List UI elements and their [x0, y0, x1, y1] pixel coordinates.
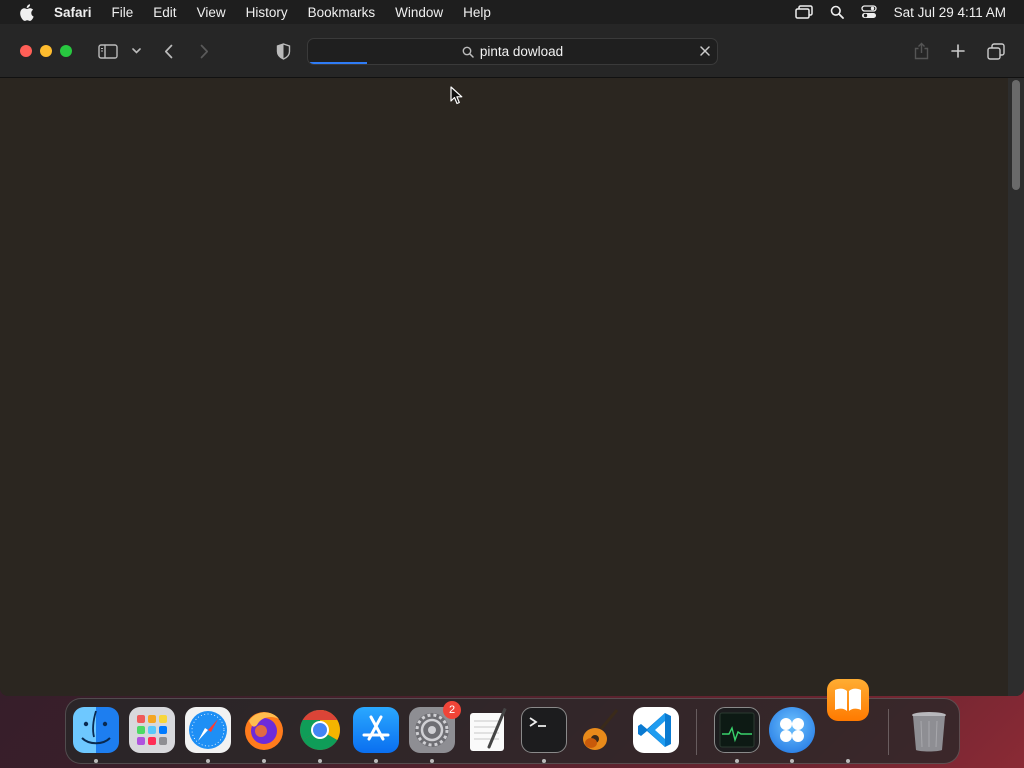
back-button-icon[interactable] — [160, 41, 176, 61]
dock-app-books[interactable] — [827, 679, 873, 725]
menu-bar: Safari File Edit View History Bookmarks … — [0, 0, 1024, 24]
firefox-icon — [241, 707, 287, 753]
dock-app-finder[interactable] — [73, 707, 119, 753]
address-bar-content[interactable]: pinta dowload — [308, 39, 717, 64]
dock-app-terminal[interactable] — [521, 707, 567, 753]
dock-separator — [888, 709, 889, 755]
menu-history[interactable]: History — [246, 5, 288, 20]
share-icon[interactable] — [912, 41, 930, 61]
menu-view[interactable]: View — [197, 5, 226, 20]
menu-bookmarks[interactable]: Bookmarks — [308, 5, 376, 20]
safari-compass-icon — [185, 707, 231, 753]
dock-running-indicator — [94, 759, 98, 763]
vscode-icon — [633, 707, 679, 753]
dock-app-safari[interactable] — [185, 707, 231, 753]
new-tab-icon[interactable] — [949, 41, 967, 61]
dock-app-chrome[interactable] — [297, 707, 343, 753]
window-zoom-button[interactable] — [60, 45, 72, 57]
sidebar-toggle-icon[interactable] — [97, 41, 119, 61]
privacy-shield-icon[interactable] — [274, 41, 292, 61]
scrollbar-thumb[interactable] — [1012, 80, 1020, 190]
dock-app-launchpad[interactable] — [129, 707, 175, 753]
terminal-icon — [521, 707, 567, 753]
page-scrollbar[interactable] — [1008, 78, 1024, 696]
dock-app-garageband[interactable] — [577, 707, 623, 753]
launchpad-icon — [129, 707, 175, 753]
guitar-icon — [577, 707, 623, 753]
menu-file[interactable]: File — [112, 5, 134, 20]
dock-separator — [696, 709, 697, 755]
forward-button-icon[interactable] — [196, 41, 212, 61]
textedit-icon — [465, 707, 511, 753]
dock-running-indicator — [542, 759, 546, 763]
dock-app-app-launcher[interactable] — [769, 707, 815, 753]
safari-window: pinta dowload — [0, 24, 1024, 696]
app-launcher-icon — [769, 707, 815, 753]
dock-app-app-store[interactable] — [353, 707, 399, 753]
dock-app-system-settings[interactable]: 2 — [409, 701, 461, 753]
menu-window[interactable]: Window — [395, 5, 443, 20]
trash-icon — [906, 707, 952, 753]
dock-running-indicator — [846, 759, 850, 763]
window-close-button[interactable] — [20, 45, 32, 57]
tab-overview-icon[interactable] — [986, 41, 1006, 61]
mouse-pointer-icon — [450, 86, 463, 110]
address-bar-query-text[interactable]: pinta dowload — [480, 44, 563, 59]
dock-app-firefox[interactable] — [241, 707, 287, 753]
menu-edit[interactable]: Edit — [153, 5, 176, 20]
notification-badge: 2 — [443, 701, 461, 719]
screen-mirroring-icon[interactable] — [794, 5, 813, 19]
finder-icon — [73, 707, 119, 753]
address-bar[interactable]: pinta dowload — [307, 38, 718, 65]
activity-monitor-icon — [714, 707, 760, 753]
spotlight-search-icon[interactable] — [830, 5, 844, 19]
dock: 2 — [65, 679, 960, 764]
dock-running-indicator — [206, 759, 210, 763]
apple-logo-icon[interactable] — [19, 3, 35, 21]
dock-app-activity-monitor[interactable] — [714, 707, 760, 753]
dock-running-indicator — [735, 759, 739, 763]
dock-app-textedit[interactable] — [465, 707, 511, 753]
menu-app-name[interactable]: Safari — [54, 5, 92, 20]
dock-trash[interactable] — [906, 707, 952, 753]
control-center-icon[interactable] — [861, 5, 877, 19]
dock-app-vscode[interactable] — [633, 707, 679, 753]
chevron-down-icon[interactable] — [130, 41, 142, 61]
dock-running-indicator — [790, 759, 794, 763]
books-icon — [827, 679, 869, 721]
dock-running-indicator — [318, 759, 322, 763]
safari-toolbar: pinta dowload — [0, 24, 1024, 78]
search-icon — [462, 46, 474, 58]
dock-running-indicator — [430, 759, 434, 763]
web-page-content[interactable] — [0, 78, 1008, 696]
app-store-icon — [353, 707, 399, 753]
clear-address-icon[interactable] — [699, 45, 711, 57]
dock-running-indicator — [374, 759, 378, 763]
menu-bar-status-area: Sat Jul 29 4:11 AM — [794, 0, 1006, 24]
dock-running-indicator — [262, 759, 266, 763]
window-minimize-button[interactable] — [40, 45, 52, 57]
menu-help[interactable]: Help — [463, 5, 491, 20]
menu-bar-clock[interactable]: Sat Jul 29 4:11 AM — [894, 5, 1006, 20]
chrome-icon — [297, 707, 343, 753]
